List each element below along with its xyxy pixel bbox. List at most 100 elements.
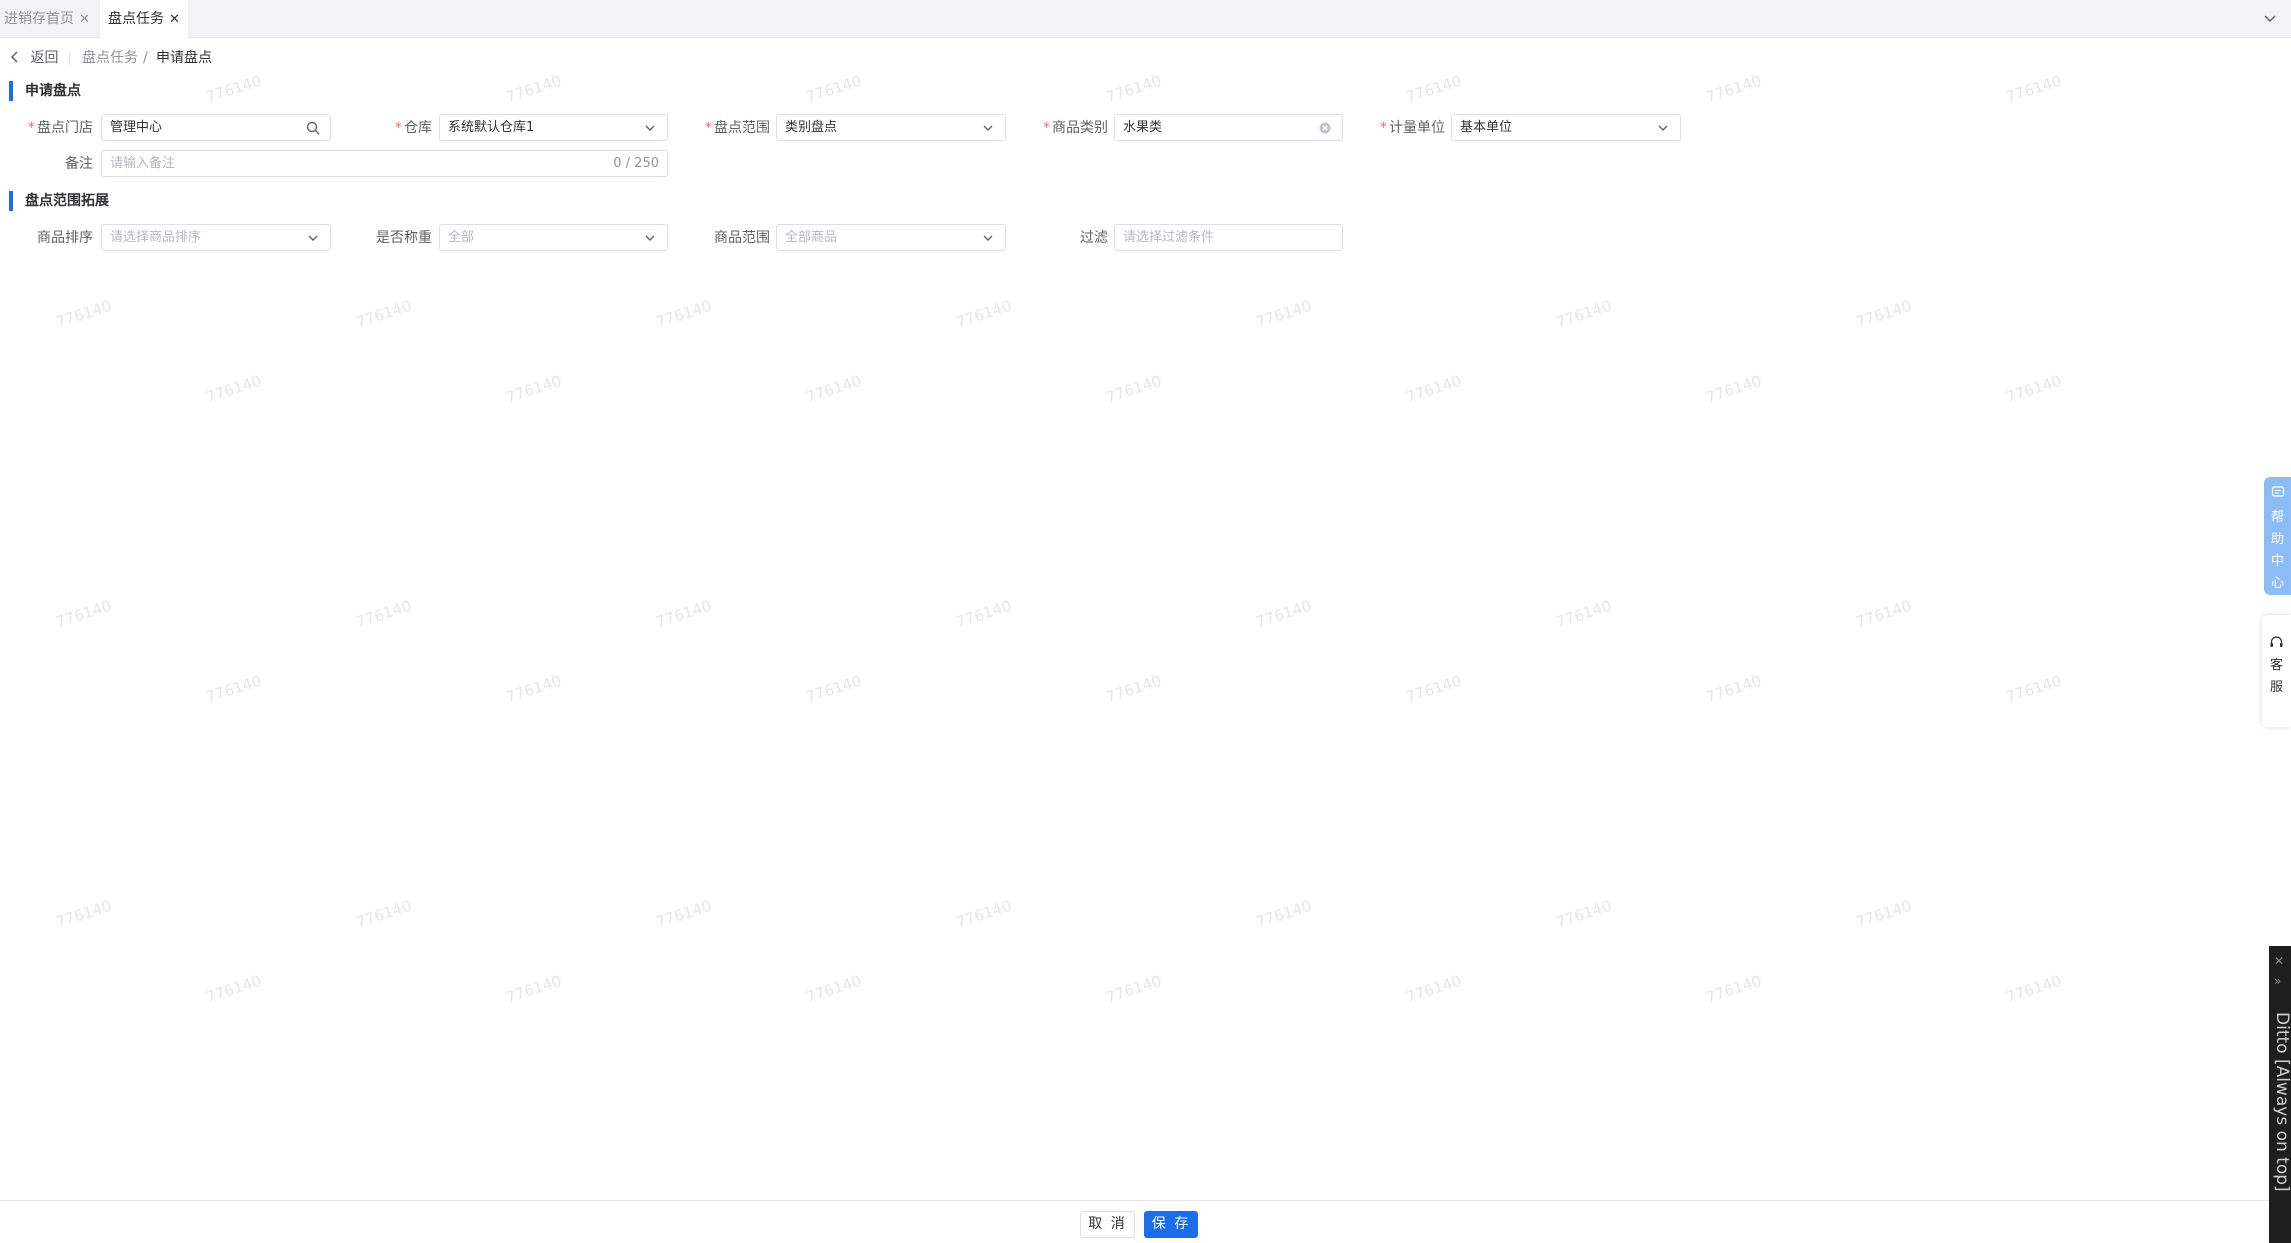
warehouse-select[interactable]: 系统默认仓库1: [439, 114, 668, 141]
watermark-text: 776140: [1403, 671, 1464, 707]
filter-placeholder: 请选择过滤条件: [1123, 230, 1215, 245]
close-icon[interactable]: ✕: [79, 12, 90, 27]
save-button[interactable]: 保 存: [1144, 1211, 1198, 1238]
watermark-text: 776140: [653, 596, 714, 632]
watermark-text: 776140: [353, 296, 414, 332]
goods-scope-label: 商品范围: [714, 230, 770, 246]
watermark-text: 776140: [1703, 371, 1764, 407]
watermark-text: 776140: [203, 971, 264, 1007]
sort-select[interactable]: 请选择商品排序: [101, 224, 331, 251]
watermark-text: 776140: [1253, 596, 1314, 632]
watermark-text: 776140: [2003, 671, 2064, 707]
watermark-text: 776140: [1703, 671, 1764, 707]
chevron-down-icon: [983, 235, 993, 241]
footer-bar: 取 消 保 存: [0, 1200, 2269, 1243]
chevron-down-icon[interactable]: [2263, 11, 2277, 25]
goods-scope-select[interactable]: 全部商品: [776, 224, 1006, 251]
section-title-apply: 申请盘点: [9, 81, 81, 101]
watermark-text: 776140: [953, 596, 1014, 632]
double-chevron-icon[interactable]: »: [2274, 974, 2281, 988]
watermark-text: 776140: [1553, 896, 1614, 932]
weigh-label: 是否称重: [376, 230, 432, 246]
ditto-window[interactable]: ✕ » Ditto [Always on top]: [2269, 946, 2291, 1243]
watermark-text: 776140: [1853, 896, 1914, 932]
watermark-text: 776140: [1103, 671, 1164, 707]
watermark-text: 776140: [203, 371, 264, 407]
headset-icon: [2270, 636, 2283, 647]
scope-value: 类别盘点: [785, 120, 838, 135]
chevron-left-icon: [10, 51, 18, 63]
back-label: 返回: [30, 50, 59, 66]
watermark-text: 776140: [503, 71, 564, 107]
chevron-down-icon: [645, 235, 655, 241]
sort-placeholder: 请选择商品排序: [110, 230, 202, 245]
watermark-text: 776140: [1403, 371, 1464, 407]
goods-scope-value: 全部商品: [785, 230, 838, 245]
store-field[interactable]: 管理中心: [101, 114, 331, 141]
weigh-value: 全部: [448, 230, 475, 245]
watermark-text: 776140: [353, 896, 414, 932]
chevron-down-icon: [983, 125, 993, 131]
clear-icon[interactable]: [1318, 121, 1332, 135]
watermark-text: 776140: [2003, 971, 2064, 1007]
watermark-text: 776140: [803, 71, 864, 107]
tab-inventory-home[interactable]: 进销存首页 ✕: [4, 0, 96, 38]
unit-label: * 计量单位: [1380, 120, 1445, 136]
help-icon: [2271, 486, 2285, 497]
watermark-text: 776140: [803, 371, 864, 407]
remark-placeholder: 请输入备注: [110, 156, 176, 171]
remark-input[interactable]: 请输入备注 0 / 250: [101, 150, 668, 177]
watermark-text: 776140: [53, 296, 114, 332]
chevron-down-icon: [645, 125, 655, 131]
help-center-widget[interactable]: 帮助中心: [2264, 477, 2291, 595]
watermark-text: 776140: [2003, 71, 2064, 107]
unit-value: 基本单位: [1460, 120, 1513, 135]
watermark-text: 776140: [1253, 296, 1314, 332]
warehouse-label: * 仓库: [395, 120, 432, 136]
customer-service-widget[interactable]: 客服: [2262, 615, 2291, 727]
chevron-down-icon: [308, 235, 318, 241]
tab-label: 盘点任务: [108, 11, 164, 27]
back-link[interactable]: 返回: [10, 48, 58, 68]
breadcrumb-parent[interactable]: 盘点任务: [82, 48, 138, 68]
tab-stocktake-task[interactable]: 盘点任务 ✕: [100, 0, 188, 38]
search-icon[interactable]: [306, 121, 320, 135]
watermark-text: 776140: [953, 296, 1014, 332]
watermark-text: 776140: [353, 596, 414, 632]
scope-label: * 盘点范围: [705, 120, 770, 136]
unit-select[interactable]: 基本单位: [1451, 114, 1681, 141]
remark-char-count: 0 / 250: [613, 156, 659, 171]
store-label: * 盘点门店: [28, 120, 93, 136]
watermark-text: 776140: [1103, 371, 1164, 407]
weigh-select[interactable]: 全部: [439, 224, 668, 251]
scope-select[interactable]: 类别盘点: [776, 114, 1006, 141]
watermark-text: 776140: [953, 896, 1014, 932]
category-field[interactable]: 水果类: [1114, 114, 1343, 141]
category-label: * 商品类别: [1043, 120, 1108, 136]
customer-service-label: 客服: [2269, 658, 2283, 695]
watermark-text: 776140: [203, 71, 264, 107]
help-center-label: 帮助中心: [2270, 510, 2284, 591]
close-icon[interactable]: ✕: [2274, 954, 2284, 968]
watermark-text: 776140: [1403, 71, 1464, 107]
breadcrumb-separator: /: [143, 50, 148, 66]
watermark-text: 776140: [803, 671, 864, 707]
watermark-text: 776140: [503, 371, 564, 407]
watermark-text: 776140: [1853, 596, 1914, 632]
watermark-text: 776140: [1553, 596, 1614, 632]
cancel-button[interactable]: 取 消: [1080, 1211, 1135, 1238]
category-value: 水果类: [1123, 120, 1163, 135]
remark-label: 备注: [65, 156, 93, 172]
watermark-text: 776140: [503, 671, 564, 707]
watermark-text: 776140: [53, 896, 114, 932]
chevron-down-icon: [1658, 125, 1668, 131]
tab-bar: 进销存首页 ✕ 盘点任务 ✕: [0, 0, 2291, 38]
warehouse-value: 系统默认仓库1: [448, 120, 535, 135]
watermark-text: 776140: [203, 671, 264, 707]
watermark-text: 776140: [1103, 971, 1164, 1007]
filter-select[interactable]: 请选择过滤条件: [1114, 224, 1343, 251]
watermark-text: 776140: [653, 896, 714, 932]
breadcrumb-current: 申请盘点: [156, 50, 212, 66]
close-icon[interactable]: ✕: [169, 12, 180, 27]
watermark-text: 776140: [503, 971, 564, 1007]
